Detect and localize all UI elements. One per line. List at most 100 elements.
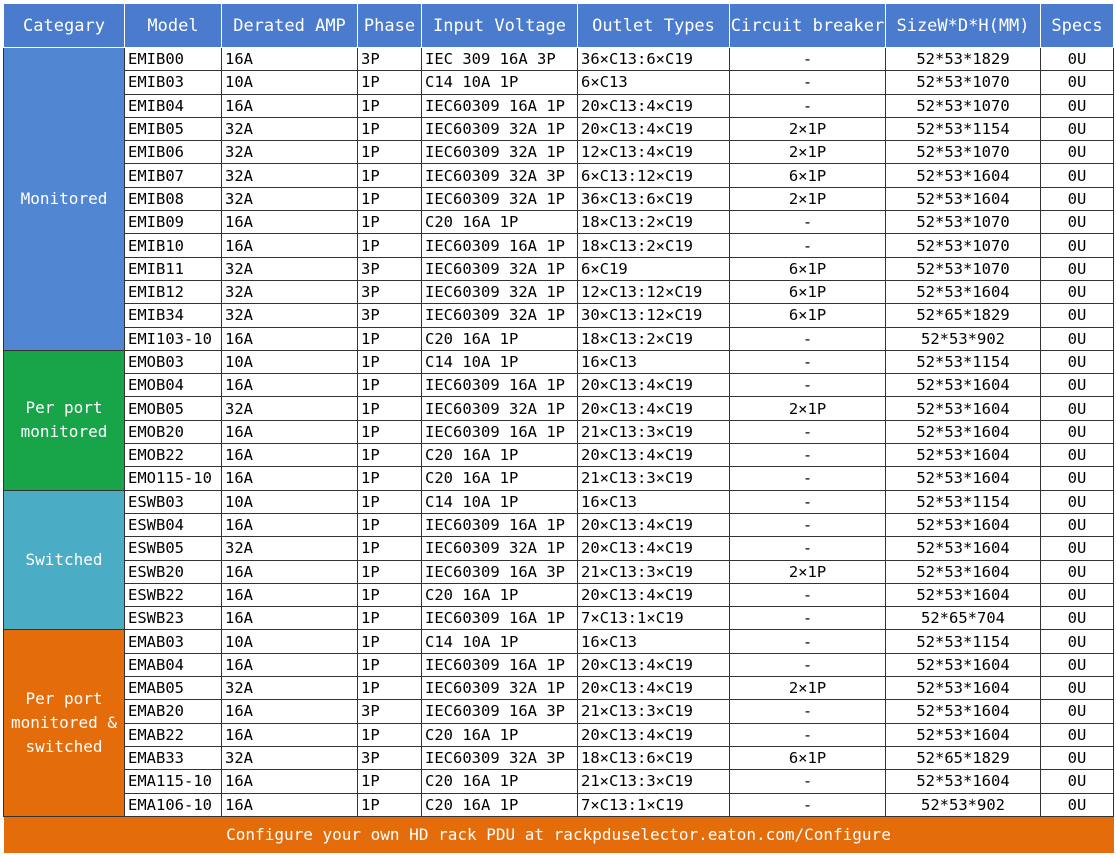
outlet-types-cell: 20×C13:4×C19 — [577, 652, 730, 678]
input-voltage-cell: IEC60309 32A 1P — [421, 676, 578, 701]
header-model: Model — [124, 3, 222, 48]
model-cell: EMIB03 — [124, 70, 222, 95]
input-voltage-cell: IEC60309 16A 1P — [421, 606, 578, 631]
specs-cell: 0U — [1040, 512, 1114, 538]
model-cell: EMIB09 — [124, 210, 222, 235]
derated-amp-cell: 32A — [221, 536, 358, 561]
size-cell: 52*53*1154 — [885, 629, 1041, 654]
size-cell: 52*53*1829 — [885, 46, 1041, 72]
phase-cell: 3P — [357, 256, 422, 281]
phase-cell: 1P — [357, 676, 422, 701]
outlet-types-cell: 20×C13:4×C19 — [577, 396, 730, 421]
circuit-breaker-cell: - — [729, 443, 886, 468]
table-row: EMOB04 16A 1P IEC60309 16A 1P 20×C13:4×C19-5… — [4, 373, 1114, 398]
header-input-voltage: Input Voltage — [421, 3, 578, 48]
input-voltage-cell: IEC60309 16A 3P — [421, 559, 578, 584]
input-voltage-cell: IEC60309 32A 1P — [421, 396, 578, 421]
circuit-breaker-cell: 2×1P — [729, 676, 886, 701]
input-voltage-cell: C20 16A 1P — [421, 722, 578, 747]
input-voltage-cell: IEC60309 16A 3P — [421, 699, 578, 724]
circuit-breaker-cell: 2×1P — [729, 140, 886, 165]
category-cell: Switched — [3, 489, 125, 631]
model-cell: ESWB20 — [124, 559, 222, 584]
specs-cell: 0U — [1040, 70, 1114, 95]
circuit-breaker-cell: - — [729, 699, 886, 724]
phase-cell: 1P — [357, 536, 422, 561]
derated-amp-cell: 16A — [221, 46, 358, 72]
specs-cell: 0U — [1040, 373, 1114, 398]
phase-cell: 1P — [357, 466, 422, 491]
phase-cell: 1P — [357, 629, 422, 654]
derated-amp-cell: 10A — [221, 70, 358, 95]
table-row: EMAB05 32A 1P IEC60309 32A 1P 20×C13:4×C19 2×… — [4, 676, 1114, 701]
input-voltage-cell: C14 10A 1P — [421, 70, 578, 95]
circuit-breaker-cell: - — [729, 466, 886, 491]
circuit-breaker-cell: - — [729, 536, 886, 561]
table-row: EMIB12 32A 3P IEC60309 32A 1P 12×C13:12×C19 6… — [4, 279, 1114, 305]
table-row: ESWB04 16A 1P IEC60309 16A 1P 20×C13:4×C19-5… — [4, 512, 1114, 538]
circuit-breaker-cell: - — [729, 722, 886, 747]
size-cell: 52*65*1829 — [885, 745, 1041, 771]
model-cell: EMOB22 — [124, 443, 222, 468]
outlet-types-cell: 20×C13:4×C19 — [577, 116, 730, 142]
circuit-breaker-cell: 2×1P — [729, 396, 886, 421]
input-voltage-cell: IEC60309 32A 3P — [421, 745, 578, 771]
circuit-breaker-cell: - — [729, 606, 886, 631]
model-cell: EMIB00 — [124, 46, 222, 72]
derated-amp-cell: 16A — [221, 373, 358, 398]
size-cell: 52*53*1604 — [885, 652, 1041, 678]
derated-amp-cell: 16A — [221, 606, 358, 631]
phase-cell: 1P — [357, 70, 422, 95]
size-cell: 52*53*1604 — [885, 676, 1041, 701]
size-cell: 52*53*902 — [885, 326, 1041, 351]
outlet-types-cell: 36×C13:6×C19 — [577, 46, 730, 72]
circuit-breaker-cell: 6×1P — [729, 279, 886, 305]
input-voltage-cell: C14 10A 1P — [421, 629, 578, 654]
derated-amp-cell: 16A — [221, 652, 358, 678]
table-row: EMIB03 10A 1P C14 10A 1P 6×C13-52*53*1070 0U — [4, 70, 1114, 95]
specs-cell: 0U — [1040, 629, 1114, 654]
outlet-types-cell: 21×C13:3×C19 — [577, 559, 730, 584]
table-row: EMIB07 32A 1P IEC60309 32A 3P 6×C13:12×C19 6×… — [4, 163, 1114, 188]
outlet-types-cell: 30×C13:12×C19 — [577, 303, 730, 328]
table-row: EMA106-10 16A 1P C20 16A 1P 7×C13:1×C19-52*5… — [4, 792, 1114, 817]
model-cell: EMI103-10 — [124, 326, 222, 351]
size-cell: 52*53*1604 — [885, 396, 1041, 421]
input-voltage-cell: IEC 309 16A 3P — [421, 46, 578, 72]
input-voltage-cell: IEC60309 32A 1P — [421, 279, 578, 305]
derated-amp-cell: 16A — [221, 769, 358, 794]
phase-cell: 1P — [357, 769, 422, 794]
outlet-types-cell: 6×C13 — [577, 70, 730, 95]
input-voltage-cell: IEC60309 16A 1P — [421, 512, 578, 538]
derated-amp-cell: 32A — [221, 163, 358, 188]
input-voltage-cell: C20 16A 1P — [421, 326, 578, 351]
input-voltage-cell: IEC60309 16A 1P — [421, 93, 578, 118]
outlet-types-cell: 20×C13:4×C19 — [577, 536, 730, 561]
size-cell: 52*53*1604 — [885, 466, 1041, 491]
phase-cell: 1P — [357, 606, 422, 631]
circuit-breaker-cell: - — [729, 373, 886, 398]
circuit-breaker-cell: 6×1P — [729, 163, 886, 188]
input-voltage-cell: IEC60309 32A 1P — [421, 186, 578, 212]
derated-amp-cell: 10A — [221, 629, 358, 654]
size-cell: 52*65*704 — [885, 606, 1041, 631]
model-cell: ESWB22 — [124, 582, 222, 608]
header-phase: Phase — [357, 3, 422, 48]
outlet-types-cell: 20×C13:4×C19 — [577, 582, 730, 608]
table-header: Categary Model Derated AMP Phase Input V… — [3, 3, 1114, 48]
circuit-breaker-cell: - — [729, 349, 886, 375]
size-cell: 52*53*1070 — [885, 233, 1041, 258]
derated-amp-cell: 16A — [221, 699, 358, 724]
outlet-types-cell: 6×C19 — [577, 256, 730, 281]
size-cell: 52*53*1154 — [885, 489, 1041, 514]
model-cell: EMAB33 — [124, 745, 222, 771]
circuit-breaker-cell: - — [729, 93, 886, 118]
specs-cell: 0U — [1040, 536, 1114, 561]
model-cell: EMIB06 — [124, 140, 222, 165]
category-cell: Per port monitored — [3, 349, 125, 491]
table-row: EMAB33 32A 3P IEC60309 32A 3P 18×C13:6×C19 6×… — [4, 745, 1114, 771]
derated-amp-cell: 16A — [221, 326, 358, 351]
model-cell: EMA115-10 — [124, 769, 222, 794]
outlet-types-cell: 12×C13:4×C19 — [577, 140, 730, 165]
specs-cell: 0U — [1040, 349, 1114, 375]
